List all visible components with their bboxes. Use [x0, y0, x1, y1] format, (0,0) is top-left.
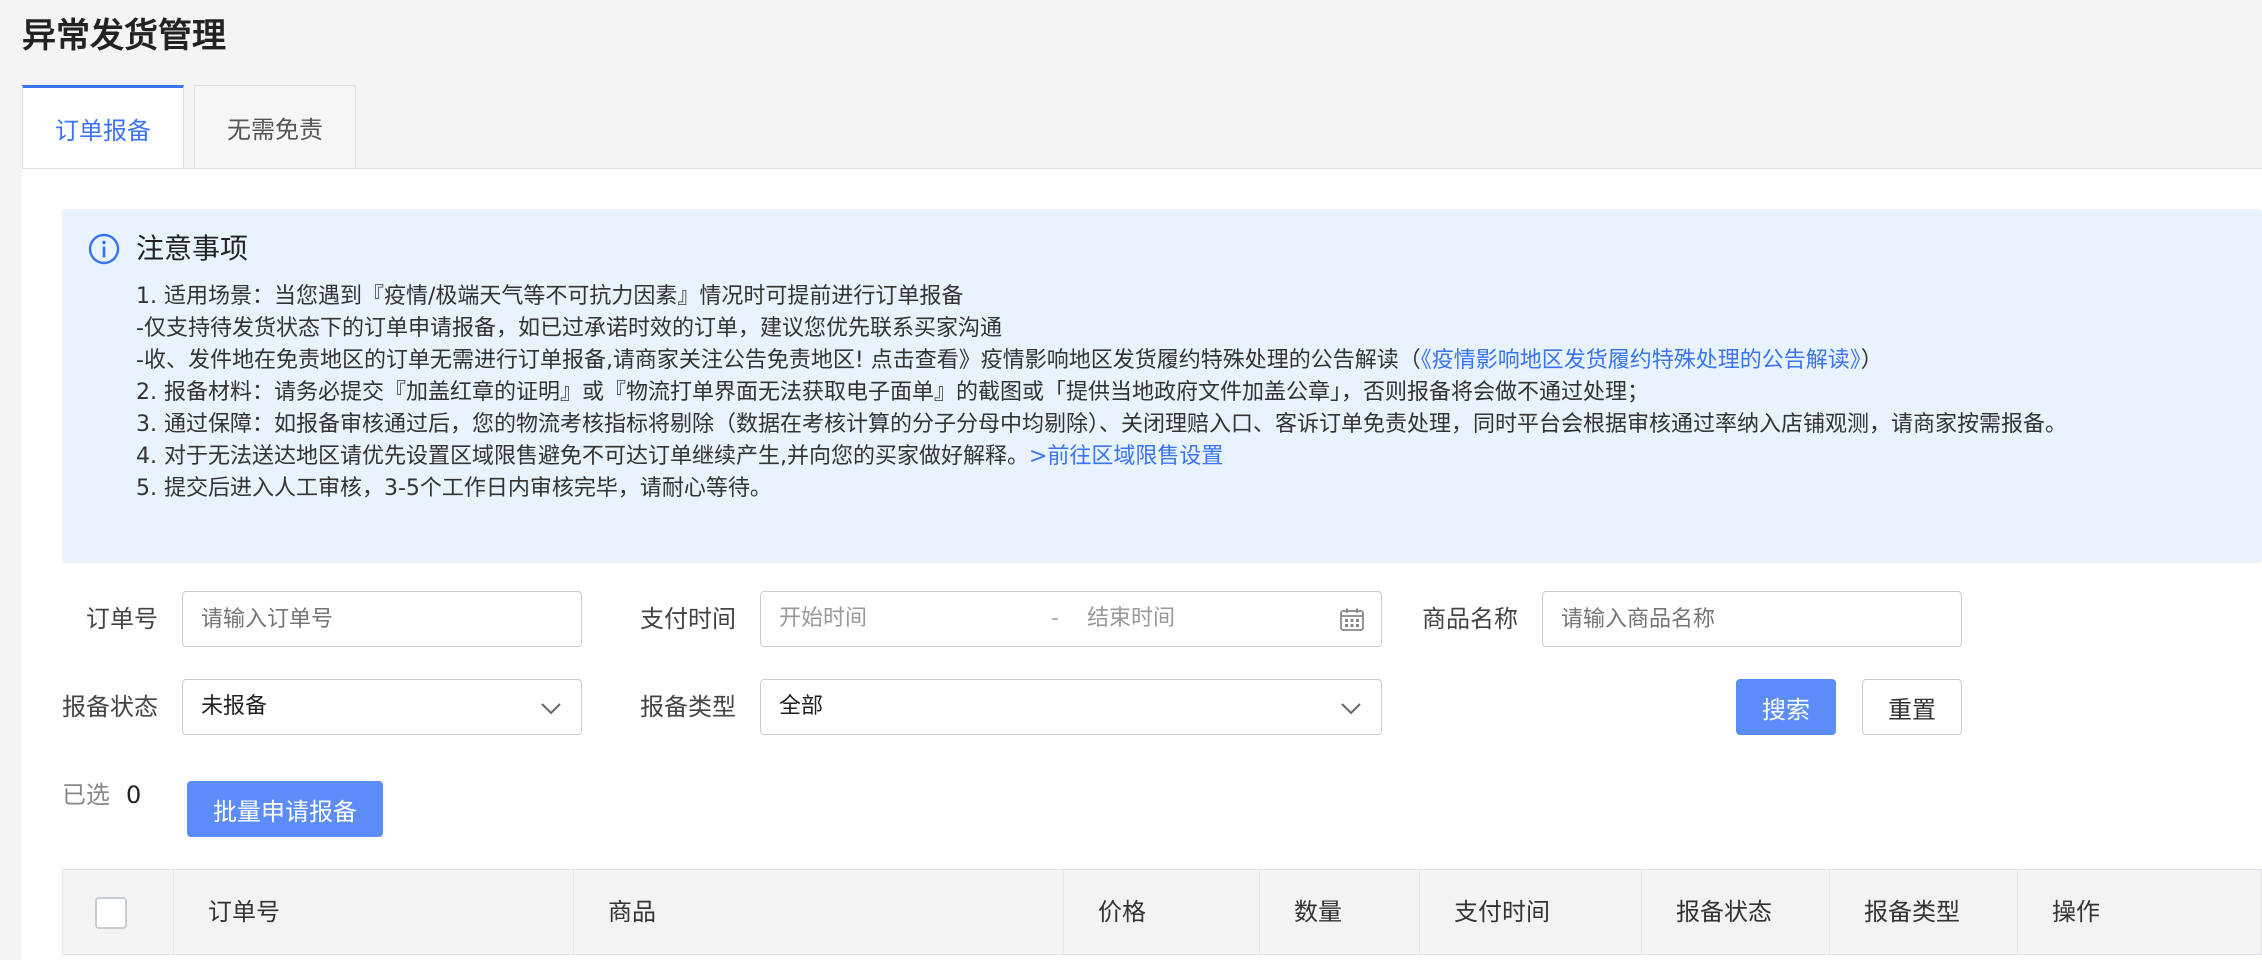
page-title: 异常发货管理 — [22, 16, 226, 56]
selected-label: 已选 — [62, 781, 110, 809]
column-header-product: 商品 — [573, 870, 1063, 954]
batch-report-button[interactable]: 批量申请报备 — [187, 781, 383, 837]
report-type-select[interactable]: 全部 — [760, 679, 1382, 735]
tab-bar: 订单报备 无需免责 — [22, 85, 356, 169]
notice-line-text: -收、发件地在免责地区的订单无需进行订单报备,请商家关注公告免责地区! 点击查看… — [136, 348, 1421, 373]
notice-line: 5. 提交后进入人工审核，3-5个工作日内审核完毕，请耐心等待。 — [136, 476, 772, 501]
notice-line: 4. 对于无法送达地区请优先设置区域限售避免不可达订单继续产生,并向您的买家做好… — [136, 441, 2226, 473]
tab-order-report[interactable]: 订单报备 — [22, 85, 184, 169]
notice-line: 1. 适用场景：当您遇到『疫情/极端天气等不可抗力因素』情况时可提前进行订单报备 — [136, 284, 964, 309]
notice-line: -收、发件地在免责地区的订单无需进行订单报备,请商家关注公告免责地区! 点击查看… — [136, 345, 2226, 377]
chevron-down-icon — [541, 703, 561, 715]
calendar-icon[interactable] — [1339, 607, 1365, 633]
notice-line: 3. 通过保障：如报备审核通过后，您的物流考核指标将剔除（数据在考核计算的分子分… — [136, 412, 2067, 437]
column-header-report-type: 报备类型 — [1829, 870, 2017, 954]
reset-button[interactable]: 重置 — [1862, 679, 1962, 735]
pay-time-start[interactable]: 开始时间 — [779, 592, 867, 646]
notice-title: 注意事项 — [136, 232, 249, 265]
notice-lines: 1. 适用场景：当您遇到『疫情/极端天气等不可抗力因素』情况时可提前进行订单报备… — [136, 281, 2226, 505]
notice-line: -仅支持待发货状态下的订单申请报备，如已过承诺时效的订单，建议您优先联系买家沟通 — [136, 316, 1002, 341]
content-card: 注意事项 1. 适用场景：当您遇到『疫情/极端天气等不可抗力因素』情况时可提前进… — [22, 168, 2262, 960]
pay-time-end[interactable]: 结束时间 — [1087, 592, 1175, 646]
column-header-price: 价格 — [1063, 870, 1259, 954]
column-header-actions: 操作 — [2017, 870, 2261, 954]
product-name-label: 商品名称 — [1422, 605, 1518, 633]
pay-time-range[interactable]: 开始时间 - 结束时间 — [760, 591, 1382, 647]
selected-count: 0 — [126, 781, 142, 809]
info-icon — [88, 233, 120, 265]
notice-panel: 注意事项 1. 适用场景：当您遇到『疫情/极端天气等不可抗力因素』情况时可提前进… — [62, 209, 2262, 563]
report-type-label: 报备类型 — [640, 693, 736, 721]
range-separator: - — [1051, 606, 1059, 631]
order-no-input[interactable] — [182, 591, 582, 647]
report-status-value: 未报备 — [201, 694, 268, 719]
notice-line-text: 4. 对于无法送达地区请优先设置区域限售避免不可达订单继续产生,并向您的买家做好… — [136, 444, 1029, 469]
column-header-pay-time: 支付时间 — [1419, 870, 1641, 954]
notice-line: 2. 报备材料：请务必提交『加盖红章的证明』或『物流打单界面无法获取电子面单』的… — [136, 380, 1649, 405]
chevron-down-icon — [1341, 703, 1361, 715]
search-button[interactable]: 搜索 — [1736, 679, 1836, 735]
region-restriction-link[interactable]: >前往区域限售设置 — [1029, 444, 1223, 469]
pay-time-label: 支付时间 — [640, 605, 736, 633]
announcement-link[interactable]: 《疫情影响地区发货履约特殊处理的公告解读》 — [1421, 348, 1861, 373]
column-header-quantity: 数量 — [1259, 870, 1419, 954]
column-header-report-status: 报备状态 — [1641, 870, 1829, 954]
report-type-value: 全部 — [779, 694, 824, 719]
notice-line-text: ） — [1860, 348, 1883, 373]
table-header: 订单号 商品 价格 数量 支付时间 报备状态 报备类型 操作 — [62, 869, 2262, 955]
report-status-select[interactable]: 未报备 — [182, 679, 582, 735]
order-no-label: 订单号 — [86, 605, 158, 633]
report-status-label: 报备状态 — [62, 693, 158, 721]
product-name-input[interactable] — [1542, 591, 1962, 647]
column-header-order-no: 订单号 — [173, 870, 573, 954]
select-all-checkbox[interactable] — [95, 897, 127, 929]
tab-no-exemption[interactable]: 无需免责 — [194, 85, 356, 169]
